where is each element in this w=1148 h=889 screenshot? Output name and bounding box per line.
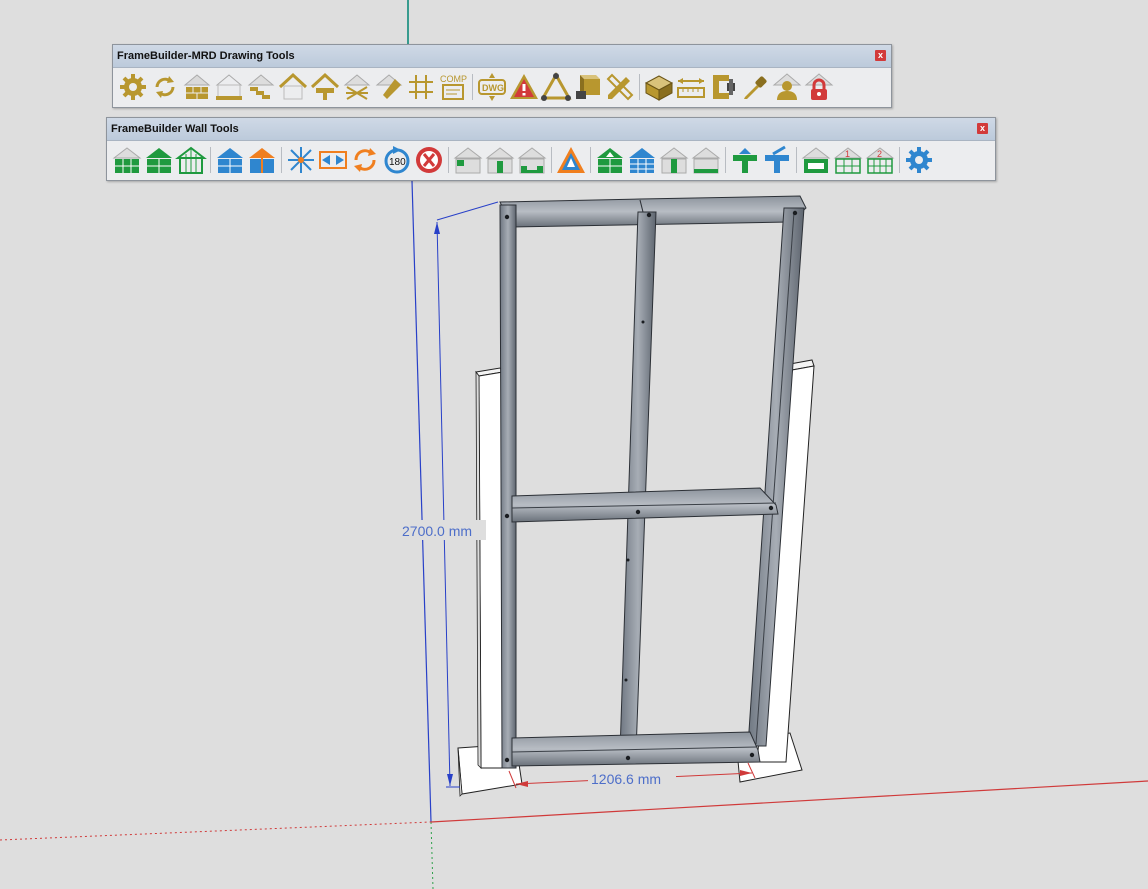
wall-toolbar-title-text: FrameBuilder Wall Tools (111, 123, 239, 135)
triangle-wall-icon[interactable] (555, 144, 587, 176)
drawing-toolbar-title: FrameBuilder-MRD Drawing Tools x (113, 45, 891, 68)
explode-icon[interactable] (285, 144, 317, 176)
wall-bottom-icon[interactable] (690, 144, 722, 176)
rotate-180-label: 180 (389, 157, 406, 168)
tee-blue-icon[interactable] (761, 144, 793, 176)
blue-axis (411, 180, 432, 823)
wall-toolbar-separator (899, 147, 900, 173)
lintel-icon[interactable] (800, 144, 832, 176)
drawing-toolbar-close-button[interactable]: x (875, 50, 886, 61)
wall-blue-split-icon[interactable] (246, 144, 278, 176)
wall-toolbar-separator (796, 147, 797, 173)
roof-truss-icon[interactable] (309, 71, 341, 103)
grid-wall-2-icon[interactable]: 2 (864, 144, 896, 176)
opening-2-icon[interactable] (484, 144, 516, 176)
roof-hip-icon[interactable] (373, 71, 405, 103)
wall-toolbar-title: FrameBuilder Wall Tools x (107, 118, 995, 141)
measure-icon[interactable] (675, 71, 707, 103)
tee-green-icon[interactable] (729, 144, 761, 176)
gear-icon[interactable] (117, 71, 149, 103)
wall-green-1-icon[interactable] (111, 144, 143, 176)
red-axis-negative (0, 821, 432, 841)
drawing-toolbar-icons: COMP DWG (117, 71, 887, 103)
height-dimension-label: 2700.0 mm (402, 523, 472, 539)
grid-wall-2-number: 2 (877, 149, 882, 159)
grid-wall-1-icon[interactable]: 1 (832, 144, 864, 176)
wall-blue-1-icon[interactable] (214, 144, 246, 176)
wall-toolbar-separator (590, 147, 591, 173)
green-axis-lower (430, 821, 434, 889)
warning-icon[interactable] (508, 71, 540, 103)
roof-outline-icon[interactable] (277, 71, 309, 103)
delete-icon[interactable] (413, 144, 445, 176)
eyedropper-icon[interactable] (739, 71, 771, 103)
refresh-icon[interactable] (149, 71, 181, 103)
width-dimension: 1206.6 mm (508, 762, 756, 789)
comp-card-icon[interactable]: COMP (437, 71, 469, 103)
triangle-tool-icon[interactable] (540, 71, 572, 103)
wall-toolbar-separator (725, 147, 726, 173)
wall-toolbar-close-button[interactable]: x (977, 123, 988, 134)
wall-gable-green-icon[interactable] (175, 144, 207, 176)
wall-half-icon[interactable] (658, 144, 690, 176)
stretch-icon[interactable] (317, 144, 349, 176)
opening-1-icon[interactable] (452, 144, 484, 176)
pencil-ruler-icon[interactable] (604, 71, 636, 103)
width-dimension-label: 1206.6 mm (591, 771, 661, 787)
grid-icon[interactable] (405, 71, 437, 103)
wall-panel-icon[interactable] (181, 71, 213, 103)
roof-cross-icon[interactable] (341, 71, 373, 103)
dwg-label: DWG (482, 83, 504, 93)
comp-label: COMP (440, 74, 467, 84)
clamp-icon[interactable] (707, 71, 739, 103)
stair-icon[interactable] (245, 71, 277, 103)
package-icon[interactable] (643, 71, 675, 103)
steel-frame (499, 195, 807, 769)
red-axis (430, 780, 1148, 823)
wall-toolbar-separator (210, 147, 211, 173)
framebuilder-drawing-toolbar[interactable]: FrameBuilder-MRD Drawing Tools x COMP DW… (112, 44, 892, 108)
lock-icon[interactable] (803, 71, 835, 103)
opening-3-icon[interactable] (516, 144, 548, 176)
wall-toolbar-separator (551, 147, 552, 173)
rotate-180-icon[interactable]: 180 (381, 144, 413, 176)
wall-toolbar-separator (448, 147, 449, 173)
wall-blue-arrow-icon[interactable] (626, 144, 658, 176)
wall-toolbar-separator (281, 147, 282, 173)
framebuilder-wall-toolbar[interactable]: FrameBuilder Wall Tools x 180 1 2 (106, 117, 996, 181)
drawing-toolbar-title-text: FrameBuilder-MRD Drawing Tools (117, 50, 295, 62)
rotate-orange-icon[interactable] (349, 144, 381, 176)
drawing-toolbar-separator (472, 74, 473, 100)
wall-green-arrow-icon[interactable] (594, 144, 626, 176)
wall-toolbar-icons: 180 1 2 (111, 144, 991, 176)
layer-brush-icon[interactable] (572, 71, 604, 103)
dwg-export-icon[interactable]: DWG (476, 71, 508, 103)
user-icon[interactable] (771, 71, 803, 103)
grid-wall-1-number: 1 (845, 149, 850, 159)
settings-icon[interactable] (903, 144, 935, 176)
drawing-toolbar-separator (639, 74, 640, 100)
wall-green-2-icon[interactable] (143, 144, 175, 176)
post-left (475, 367, 504, 769)
floor-icon[interactable] (213, 71, 245, 103)
